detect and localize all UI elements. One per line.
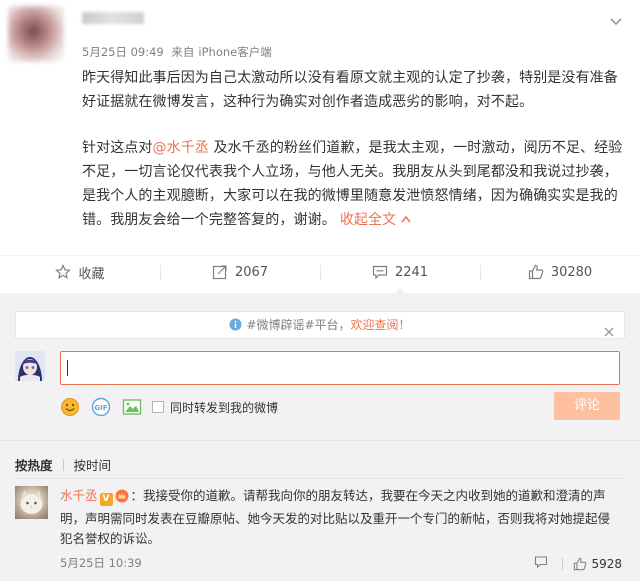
post-timestamp[interactable]: 5月25日 09:49 (82, 45, 164, 59)
like-icon (528, 264, 544, 280)
info-icon (229, 318, 242, 331)
like-icon (574, 557, 587, 570)
gif-icon[interactable]: GIF (90, 397, 112, 417)
comment-body: ：我接受你的道歉。请帮我向你的朋友转达，我要在今天之内收到她的道歉和澄清的声明，… (60, 488, 611, 546)
chevron-up-icon (401, 215, 411, 223)
repost-count: 2067 (234, 264, 269, 280)
favorite-label: 收藏 (78, 266, 105, 282)
author-avatar[interactable] (8, 6, 64, 62)
divider (0, 440, 640, 441)
comment-timestamp: 5月25日 10:39 (60, 556, 142, 570)
post-source[interactable]: iPhone客户端 (198, 45, 271, 59)
author-name[interactable] (82, 12, 144, 24)
comment-icon (372, 265, 388, 280)
comment-like-count: 5928 (591, 556, 622, 571)
divider (15, 478, 625, 479)
text-caret (67, 360, 68, 376)
p2-text-1: 针对这点对 (82, 140, 153, 156)
close-icon[interactable] (604, 320, 614, 346)
comment-sort-tabs: 按热度 按时间 (15, 455, 111, 474)
favorite-button[interactable]: 收藏 (0, 256, 160, 288)
comment-input[interactable] (60, 351, 620, 385)
reply-icon[interactable] (534, 555, 552, 572)
commenter-name[interactable]: 水千丞 (60, 488, 98, 503)
current-user-avatar[interactable] (15, 351, 45, 381)
comment-count: 2241 (394, 264, 429, 280)
forward-label: 同时转发到我的微博 (170, 400, 279, 415)
rumor-link[interactable]: 欢迎查阅！ (351, 318, 411, 332)
emoji-icon[interactable] (60, 397, 80, 417)
like-button[interactable]: 30280 (480, 256, 640, 288)
submit-comment-button[interactable]: 评论 (554, 392, 620, 420)
star-icon (55, 264, 72, 280)
comment-tools: GIF 同时转发到我的微博 (60, 397, 278, 417)
comment-button[interactable]: 2241 (320, 256, 480, 294)
collapse-label: 收起全文 (339, 212, 397, 228)
post-content: 昨天得知此事后因为自己太激动所以没有看原文就主观的认定了抄袭，特别是没有准备好证… (82, 66, 630, 254)
image-icon[interactable] (122, 397, 142, 417)
comment-panel: #微博辟谣#平台，欢迎查阅！ GIF 同时转发到我的微博 评论 按热度 按时间 … (0, 293, 640, 581)
repost-icon (212, 265, 227, 280)
post-paragraph-1: 昨天得知此事后因为自己太激动所以没有看原文就主观的认定了抄袭，特别是没有准备好证… (82, 70, 618, 110)
like-count: 30280 (550, 264, 593, 280)
forward-checkbox[interactable] (152, 401, 164, 413)
tab-sort-time[interactable]: 按时间 (74, 455, 112, 474)
repost-button[interactable]: 2067 (160, 256, 320, 288)
post-action-bar: 收藏 2067 2241 30280 (0, 255, 640, 294)
verified-badge-icon: V (99, 493, 113, 506)
comment-text: 水千丞 V ：我接受你的道歉。请帮我向你的朋友转达，我要在今天之内收到她的道歉和澄清… (60, 486, 620, 549)
post-paragraph-2: 针对这点对@水千丞 及水千丞的粉丝们道歉，是我太主观，一时激动，阅历不足、经验不… (82, 136, 630, 232)
collapse-button[interactable]: 收起全文 (340, 212, 411, 228)
rumor-tag: #微博辟谣#平台， (246, 318, 351, 332)
comment-actions: 5928 (534, 555, 622, 572)
mention-link[interactable]: @水千丞 (153, 140, 209, 156)
action-separator (562, 557, 564, 570)
tab-sort-hot[interactable]: 按热度 (15, 455, 53, 474)
comment-like-button[interactable]: 5928 (573, 557, 622, 571)
crown-badge-icon (115, 489, 129, 509)
commenter-avatar[interactable] (15, 486, 48, 519)
tab-separator (62, 458, 64, 471)
source-prefix: 来自 (171, 45, 195, 59)
svg-text:GIF: GIF (94, 404, 107, 412)
post-meta: 5月25日 09:49 来自 iPhone客户端 (82, 44, 276, 60)
rumor-notice: #微博辟谣#平台，欢迎查阅！ (15, 311, 625, 339)
chevron-down-icon[interactable] (610, 12, 622, 26)
